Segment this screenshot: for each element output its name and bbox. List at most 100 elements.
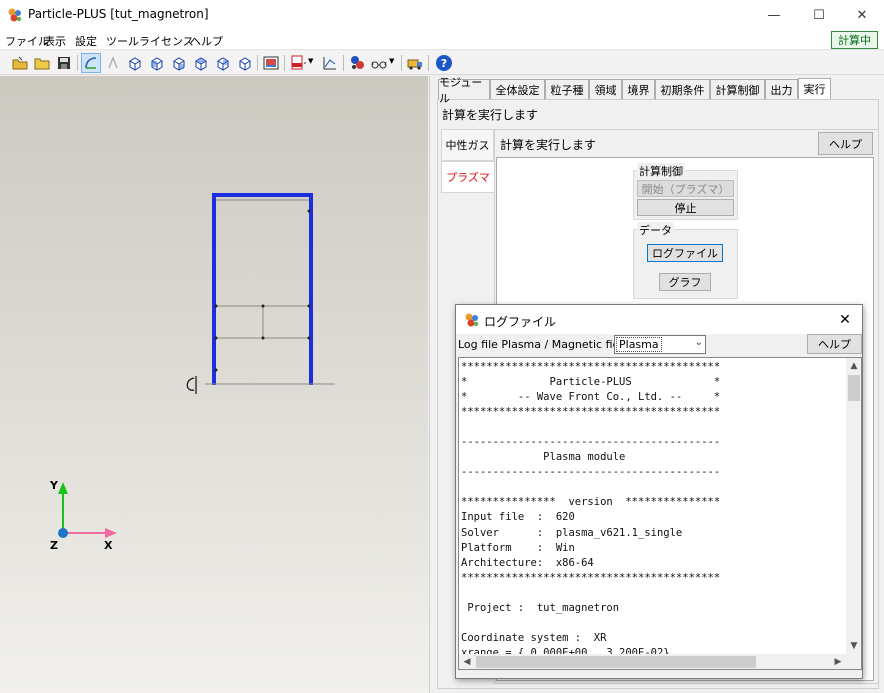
log-line: ----------------------------------------…: [461, 466, 721, 479]
minimize-button[interactable]: —: [752, 0, 796, 30]
horizontal-scrollbar[interactable]: ◀ ▶: [459, 654, 846, 669]
glasses-icon[interactable]: [370, 54, 388, 72]
tab-output[interactable]: 出力: [765, 79, 798, 99]
export-pdf-icon[interactable]: [289, 54, 307, 72]
log-line: * Particle-PLUS *: [461, 376, 721, 389]
log-dialog-close-button[interactable]: ✕: [834, 309, 856, 331]
tab-label: 粒子種: [550, 83, 584, 97]
model-edges: [212, 193, 313, 385]
view-iso-4-icon[interactable]: [192, 54, 210, 72]
toolbar-separator: [428, 55, 429, 71]
tab-particle-species[interactable]: 粒子種: [545, 79, 589, 99]
tab-module[interactable]: モジュール: [438, 76, 490, 105]
tab-calculation-control[interactable]: 計算制御: [710, 79, 765, 99]
rotation-axis-icon: [186, 376, 197, 394]
log-line: Solver : plasma_v621.1_single: [461, 526, 683, 539]
model-drawing: [58, 193, 335, 538]
toolbar-separator: [343, 55, 344, 71]
horizontal-scroll-thumb[interactable]: [476, 656, 756, 668]
chevron-down-icon[interactable]: ▼: [389, 57, 394, 65]
log-dialog-title-bar: ログファイル ✕: [456, 305, 862, 334]
view-iso-2-icon[interactable]: [148, 54, 166, 72]
menu-settings[interactable]: 設定: [75, 33, 97, 49]
select-curve-icon[interactable]: [81, 53, 101, 73]
log-source-value: Plasma: [616, 337, 662, 352]
log-line: *************** version ***************: [461, 496, 721, 509]
model-viewport[interactable]: Y Z X: [0, 76, 428, 693]
tab-global-settings[interactable]: 全体設定: [490, 79, 545, 99]
log-line: ****************************************…: [461, 361, 721, 373]
close-icon: ✕: [856, 7, 868, 23]
vehicle-icon[interactable]: [406, 54, 424, 72]
sub-panel-heading: 計算を実行します: [500, 138, 597, 152]
toolbar-separator: [401, 55, 402, 71]
scroll-down-icon[interactable]: ▼: [846, 638, 861, 654]
side-tab-neutral-gas[interactable]: 中性ガス: [441, 129, 494, 161]
toolbar-separator: [284, 55, 285, 71]
log-line: Plasma module: [461, 451, 626, 464]
x-axis-label: X: [104, 539, 113, 552]
vertical-scrollbar[interactable]: ▲ ▼: [846, 358, 861, 654]
log-dialog-title: ログファイル: [484, 315, 557, 329]
scroll-right-icon[interactable]: ▶: [830, 654, 846, 669]
menu-license[interactable]: ライセンス: [139, 33, 194, 49]
start-plasma-button[interactable]: 開始（プラズマ）: [637, 180, 734, 197]
log-line: Coordinate system : XR: [461, 631, 607, 644]
side-tab-plasma[interactable]: プラズマ: [441, 161, 494, 193]
model-nodes: [214, 209, 311, 372]
graph-button[interactable]: グラフ: [659, 273, 711, 291]
log-line: Architecture: x86-64: [461, 556, 594, 569]
tab-initial-conditions[interactable]: 初期条件: [655, 79, 710, 99]
view-iso-5-icon[interactable]: [214, 54, 232, 72]
side-tab-label: プラズマ: [446, 171, 490, 184]
log-line: Platform : Win: [461, 541, 575, 554]
tab-label: 境界: [627, 83, 650, 97]
log-line: ****************************************…: [461, 571, 721, 584]
scroll-left-icon[interactable]: ◀: [459, 654, 475, 669]
log-line: ----------------------------------------…: [461, 436, 721, 449]
menu-tools[interactable]: ツール: [106, 33, 139, 49]
panel-heading: 計算を実行します: [442, 108, 539, 122]
log-source-select[interactable]: Plasma ⌄: [614, 335, 706, 354]
maximize-button[interactable]: ☐: [797, 0, 841, 30]
log-line: Input file : 620: [461, 511, 575, 524]
log-source-label: Log file Plasma / Magnetic field: [458, 338, 630, 351]
stop-button[interactable]: 停止: [637, 199, 734, 216]
screenshot-icon[interactable]: [262, 54, 280, 72]
maximize-icon: ☐: [813, 7, 825, 23]
tab-boundary[interactable]: 境界: [622, 79, 655, 99]
rotate-icon[interactable]: [104, 54, 122, 72]
close-button[interactable]: ✕: [840, 0, 884, 30]
help-icon[interactable]: ?: [435, 54, 453, 72]
minimize-icon: —: [767, 7, 781, 23]
tab-label: 初期条件: [660, 83, 705, 97]
chevron-down-icon[interactable]: ▼: [308, 57, 313, 65]
view-iso-1-icon[interactable]: [126, 54, 144, 72]
view-iso-6-icon[interactable]: [236, 54, 254, 72]
folder-icon[interactable]: [33, 54, 51, 72]
log-line: ****************************************…: [461, 406, 721, 419]
help-button[interactable]: ヘルプ: [818, 132, 873, 155]
z-axis-label: Z: [50, 539, 58, 552]
log-help-button[interactable]: ヘルプ: [807, 334, 862, 354]
log-lines: ****************************************…: [461, 360, 846, 661]
tab-region[interactable]: 領域: [589, 79, 622, 99]
menu-file[interactable]: ファイル: [5, 33, 49, 49]
scroll-up-icon[interactable]: ▲: [846, 358, 861, 374]
tab-run[interactable]: 実行: [798, 78, 831, 99]
view-iso-3-icon[interactable]: [170, 54, 188, 72]
mesh-settings-icon[interactable]: [348, 54, 366, 72]
menu-help[interactable]: ヘルプ: [190, 33, 223, 49]
axis-chart-icon[interactable]: [321, 54, 339, 72]
open-folder-icon[interactable]: [11, 54, 29, 72]
menu-view[interactable]: 表示: [44, 33, 66, 49]
vertical-scroll-thumb[interactable]: [848, 375, 860, 401]
logfile-button[interactable]: ログファイル: [647, 244, 723, 262]
axis-triad: [58, 482, 117, 538]
save-icon[interactable]: [55, 54, 73, 72]
log-text-area[interactable]: ****************************************…: [458, 357, 862, 670]
tab-label: 領域: [594, 83, 617, 97]
tab-label: 計算制御: [715, 83, 760, 97]
tab-label: 全体設定: [495, 83, 540, 97]
